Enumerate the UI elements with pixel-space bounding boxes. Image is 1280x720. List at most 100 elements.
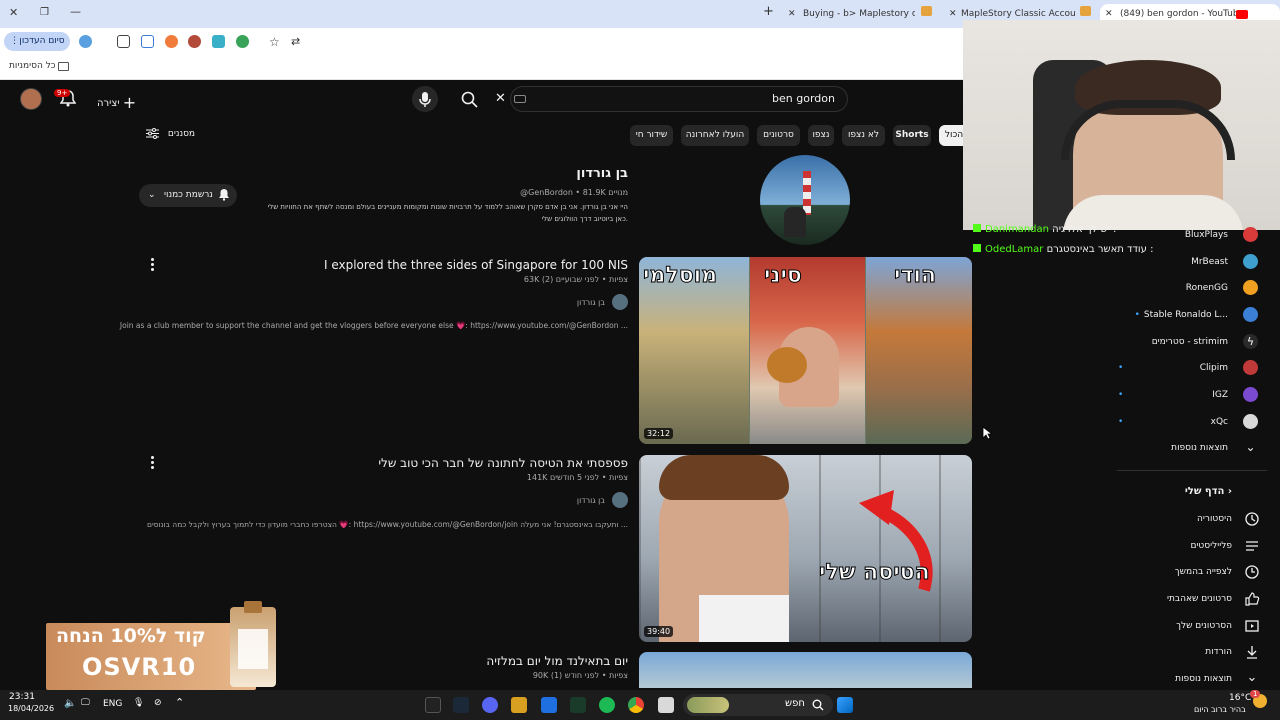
sidebar-item-watch-later[interactable]: לצפייה בהמשך xyxy=(1100,561,1260,583)
kick-icon xyxy=(973,224,981,232)
sidebar-item-downloads[interactable]: הורדות xyxy=(1100,641,1260,663)
more-actions-icon[interactable] xyxy=(149,455,155,469)
chip-shorts[interactable]: Shorts xyxy=(893,125,931,146)
sidebar-channel-bluxplays[interactable]: BluxPlays xyxy=(1098,225,1258,245)
update-profile-pill[interactable]: ⋮ סיום העדכון xyxy=(4,32,70,51)
new-content-dot: • xyxy=(1134,310,1140,320)
volume-icon[interactable]: 🔈 xyxy=(64,698,76,709)
keyboard-icon[interactable] xyxy=(514,95,526,103)
voice-search-button[interactable] xyxy=(412,86,438,112)
taskbar-app-download-icon[interactable] xyxy=(425,697,441,713)
sidebar-channel-strimim[interactable]: סטרימים - strimim ϟ xyxy=(1098,332,1258,352)
tab-buying-maplestory[interactable]: ✕ Buying - b> Maplestory classic xyxy=(785,4,915,26)
subscribed-label: נרשמת כמנוי xyxy=(164,190,213,200)
search-highlight-image xyxy=(687,697,729,713)
clock-time[interactable]: 23:31 xyxy=(9,692,35,702)
video-title-2[interactable]: פספסתי את הטיסה לחתונה של חבר הכי טוב של… xyxy=(378,456,628,470)
extension-icon-5[interactable] xyxy=(236,35,249,48)
show-more-subscriptions[interactable]: תוצאות נוספות ⌄ xyxy=(1098,438,1258,458)
video-thumbnail-2[interactable]: הטיסה שלי 39:40 xyxy=(639,455,972,642)
chat-username: OdedLamar xyxy=(985,244,1044,255)
weather-desc[interactable]: בהיר ברוב היום xyxy=(1194,705,1246,714)
video-meta-2: 141K צפיות • לפני 5 חודשים xyxy=(526,473,628,482)
camera-off-icon[interactable]: ⊘ xyxy=(154,698,162,708)
channel-name[interactable]: בן גורדון xyxy=(576,166,628,181)
tab-close-icon[interactable]: ✕ xyxy=(949,4,957,24)
weather-temp[interactable]: 16°C xyxy=(1229,693,1251,703)
more-actions-icon[interactable] xyxy=(149,257,155,271)
sidebar-channel-clipim[interactable]: • Clipim xyxy=(1098,358,1258,378)
channel-mini-avatar[interactable] xyxy=(612,492,628,508)
bottle-cap-shape xyxy=(244,601,262,613)
extension-icon-1[interactable] xyxy=(141,35,154,48)
sidebar-item-playlists[interactable]: פלייליסטים xyxy=(1100,535,1260,557)
taskbar-discord-icon[interactable] xyxy=(482,697,498,713)
taskbar-apps-grid-icon[interactable] xyxy=(541,697,557,713)
network-icon[interactable]: 🖵 xyxy=(81,698,90,708)
show-hidden-icons-icon[interactable]: ⌃ xyxy=(175,696,184,709)
show-more-you[interactable]: תוצאות נוספות ⌄ xyxy=(1100,668,1260,690)
chip-unwatched[interactable]: לא נצפו xyxy=(842,125,885,146)
channel-avatar[interactable] xyxy=(760,155,850,245)
video-thumbnail-1[interactable]: מוסלמי סיני הודי 32:12 xyxy=(639,257,972,444)
you-section-label: הדף שלי xyxy=(1184,486,1225,497)
you-section-header[interactable]: הדף שלי › xyxy=(1100,481,1260,503)
restore-window-icon[interactable]: ❐ xyxy=(40,6,49,20)
channel-label: סטרימים - strimim xyxy=(1151,337,1228,347)
search-input[interactable]: ✕ ben gordon xyxy=(495,86,848,112)
site-settings-icon[interactable]: ⇄ xyxy=(291,35,300,49)
video-channel-1[interactable]: בן גורדון xyxy=(577,298,605,307)
taskbar-file-explorer-icon[interactable] xyxy=(658,697,674,713)
sidebar-channel-ronengg[interactable]: RonenGG xyxy=(1098,278,1258,298)
microphone-icon[interactable]: 🎙 xyxy=(133,698,144,708)
search-button[interactable] xyxy=(456,86,482,112)
profile-avatar-icon[interactable] xyxy=(79,35,92,48)
filters-button[interactable]: מסננים xyxy=(146,128,195,139)
extension-icon-4[interactable] xyxy=(212,35,225,48)
subscribed-button[interactable]: ⌄ נרשמת כמנוי xyxy=(139,184,237,207)
create-button[interactable]: יצירה + xyxy=(97,91,136,112)
chip-videos[interactable]: סרטונים xyxy=(757,125,800,146)
bookmark-star-icon[interactable]: ☆ xyxy=(269,35,280,49)
sidebar-item-liked-videos[interactable]: סרטונים שאהבתי xyxy=(1100,588,1260,610)
chip-live[interactable]: שידור חי xyxy=(630,125,673,146)
tab-close-icon[interactable]: ✕ xyxy=(788,4,796,24)
chevron-right-icon: › xyxy=(1227,486,1232,497)
notification-count-badge: 9+ xyxy=(54,89,71,97)
extensions-puzzle-icon[interactable] xyxy=(117,35,130,48)
close-window-icon[interactable]: ✕ xyxy=(9,6,18,20)
taskbar-terminal-icon[interactable] xyxy=(570,697,586,713)
account-avatar[interactable] xyxy=(20,88,42,110)
sidebar-channel-stable-ronaldo[interactable]: • Stable Ronaldo L... xyxy=(1098,305,1258,325)
clear-search-icon[interactable]: ✕ xyxy=(495,91,506,106)
sidebar-channel-xqc[interactable]: • xQc xyxy=(1098,412,1258,432)
sidebar-channel-mrbeast[interactable]: MrBeast xyxy=(1098,252,1258,272)
windows-start-icon[interactable] xyxy=(837,697,853,713)
thumb-text: מוסלמי xyxy=(642,263,718,289)
new-content-dot: • xyxy=(1118,390,1124,400)
chip-watched[interactable]: נצפו xyxy=(808,125,834,146)
video-channel-2[interactable]: בן גורדון xyxy=(577,496,605,505)
sidebar-channel-igz[interactable]: • IGZ xyxy=(1098,385,1258,405)
extension-icon-3[interactable] xyxy=(188,35,201,48)
language-indicator[interactable]: ENG xyxy=(103,699,122,709)
taskbar-search[interactable]: חפש xyxy=(683,694,833,716)
filters-label: מסננים xyxy=(167,129,196,139)
new-tab-icon[interactable]: + xyxy=(763,5,774,19)
video-title-1[interactable]: I explored the three sides of Singapore … xyxy=(324,258,628,272)
video-title-3[interactable]: יום בתאילנד מול יום במלזיה xyxy=(486,654,628,668)
chip-recently-uploaded[interactable]: הועלו לאחרונה xyxy=(681,125,749,146)
taskbar-app-icon[interactable] xyxy=(511,697,527,713)
channel-mini-avatar[interactable] xyxy=(612,294,628,310)
sidebar-item-your-videos[interactable]: הסרטונים שלך xyxy=(1100,615,1260,637)
extension-icon-2[interactable] xyxy=(165,35,178,48)
taskbar-chrome-icon[interactable] xyxy=(628,697,644,713)
taskbar-spotify-icon[interactable] xyxy=(599,697,615,713)
sidebar-item-history[interactable]: היסטוריה xyxy=(1100,508,1260,530)
clock-date[interactable]: 18/04/2026 xyxy=(8,704,54,713)
taskbar-steam-icon[interactable] xyxy=(453,697,469,713)
all-bookmarks-label[interactable]: כל הסימניות xyxy=(9,61,56,71)
minimize-window-icon[interactable]: — xyxy=(70,5,81,19)
thumb-text: הטיסה שלי xyxy=(819,560,931,586)
video-thumbnail-3[interactable] xyxy=(639,652,972,688)
